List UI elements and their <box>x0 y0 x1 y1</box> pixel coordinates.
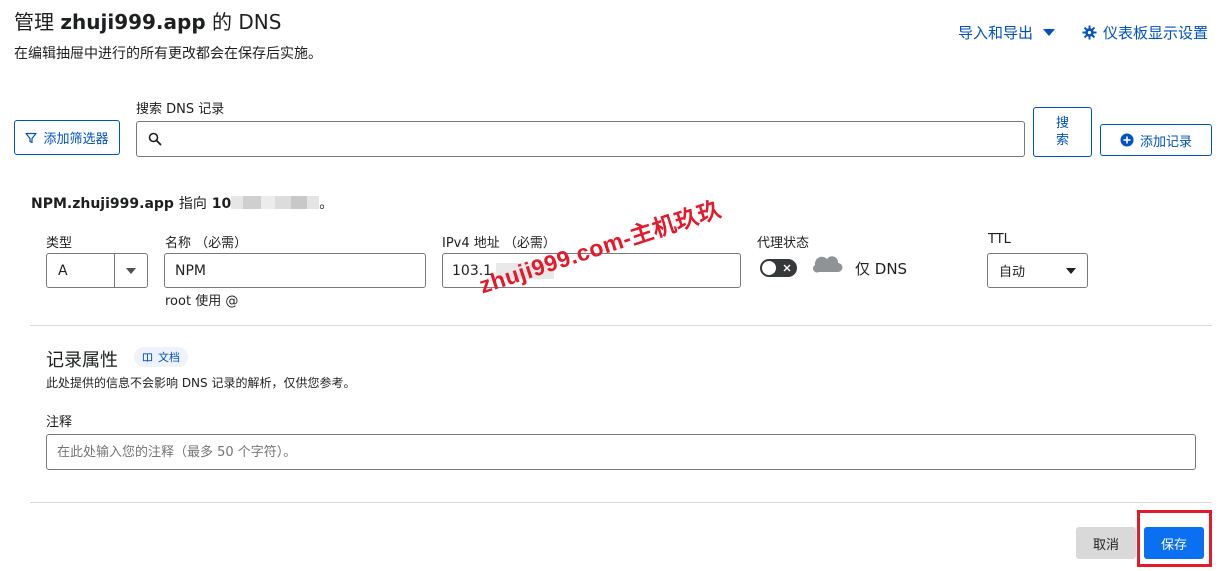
divider <box>30 502 1212 503</box>
record-heading-ip: 10 <box>211 196 232 212</box>
import-export-menu[interactable]: 导入和导出 <box>958 22 1056 43</box>
docs-badge-label: 文档 <box>158 351 180 364</box>
docs-badge[interactable]: 文档 <box>134 347 188 367</box>
plus-circle-icon <box>1120 133 1134 147</box>
import-export-label: 导入和导出 <box>958 24 1034 42</box>
cancel-button-label: 取消 <box>1092 537 1119 553</box>
page-title-suffix: 的 DNS <box>212 10 282 34</box>
redacted-block <box>291 196 308 209</box>
ttl-select[interactable]: 自动 <box>987 253 1088 288</box>
proxy-status-label: 代理状态 <box>757 236 810 251</box>
gear-icon <box>1082 25 1097 40</box>
type-value: A <box>58 262 68 279</box>
add-filter-button[interactable]: 添加筛选器 <box>14 120 120 155</box>
comment-label: 注释 <box>46 415 73 430</box>
dashboard-settings-link[interactable]: 仪表板显示设置 <box>1082 22 1208 43</box>
page-subtitle: 在编辑抽屉中进行的所有更改都会在保存后实施。 <box>14 46 322 62</box>
attributes-heading: 记录属性 <box>46 350 118 371</box>
book-icon <box>142 352 153 362</box>
ttl-value: 自动 <box>999 265 1026 280</box>
proxy-status-text: 仅 DNS <box>855 260 908 278</box>
search-field[interactable] <box>136 121 1025 157</box>
page-title-prefix: 管理 <box>14 10 54 34</box>
redacted-block <box>307 196 320 209</box>
record-heading-points-to: 指向 <box>178 196 207 212</box>
name-input[interactable]: NPM <box>175 263 206 279</box>
page-title: 管理 zhuji999.app 的 DNS <box>14 6 281 35</box>
comment-input[interactable] <box>55 443 1195 461</box>
chevron-down-icon <box>1066 267 1076 274</box>
attributes-description: 此处提供的信息不会影响 DNS 记录的解析，仅供您参考。 <box>46 376 356 390</box>
add-filter-label: 添加筛选器 <box>43 132 109 147</box>
search-button[interactable]: 搜索 <box>1033 107 1092 157</box>
page-title-domain: zhuji999.app <box>60 10 206 34</box>
caret-down-icon <box>1043 29 1056 36</box>
name-hint: root 使用 @ <box>165 294 239 309</box>
redacted-block <box>261 196 276 209</box>
type-select[interactable]: A <box>46 253 148 288</box>
save-button-label: 保存 <box>1160 537 1187 553</box>
redacted-block <box>275 196 292 209</box>
type-dropdown-toggle[interactable] <box>114 254 147 287</box>
divider <box>30 325 1212 326</box>
cancel-button[interactable]: 取消 <box>1076 527 1136 559</box>
name-field[interactable]: NPM <box>164 253 426 288</box>
ttl-label: TTL <box>988 232 1011 247</box>
record-heading-name: NPM.zhuji999.app <box>31 196 174 212</box>
filter-icon <box>25 132 38 143</box>
redacted-block <box>243 196 262 209</box>
dashboard-settings-label: 仪表板显示设置 <box>1103 24 1209 42</box>
type-label: 类型 <box>46 236 73 251</box>
x-icon <box>783 264 791 272</box>
search-input[interactable] <box>170 130 1024 148</box>
name-label: 名称 （必需） <box>165 236 248 251</box>
toggle-knob <box>762 261 776 275</box>
add-record-button[interactable]: 添加记录 <box>1100 124 1212 156</box>
cloud-icon <box>812 256 843 273</box>
search-label: 搜索 DNS 记录 <box>136 102 225 117</box>
chevron-down-icon <box>126 267 136 274</box>
search-button-label: 搜索 <box>1055 116 1069 148</box>
search-icon <box>148 132 162 146</box>
comment-field[interactable] <box>46 434 1196 470</box>
redacted-block <box>231 196 244 209</box>
record-heading-end: 。 <box>319 196 334 212</box>
add-record-label: 添加记录 <box>1139 134 1192 150</box>
save-button[interactable]: 保存 <box>1144 527 1204 559</box>
record-heading: NPM.zhuji999.app 指向 10 。 <box>31 193 333 213</box>
proxy-toggle[interactable] <box>760 259 797 277</box>
